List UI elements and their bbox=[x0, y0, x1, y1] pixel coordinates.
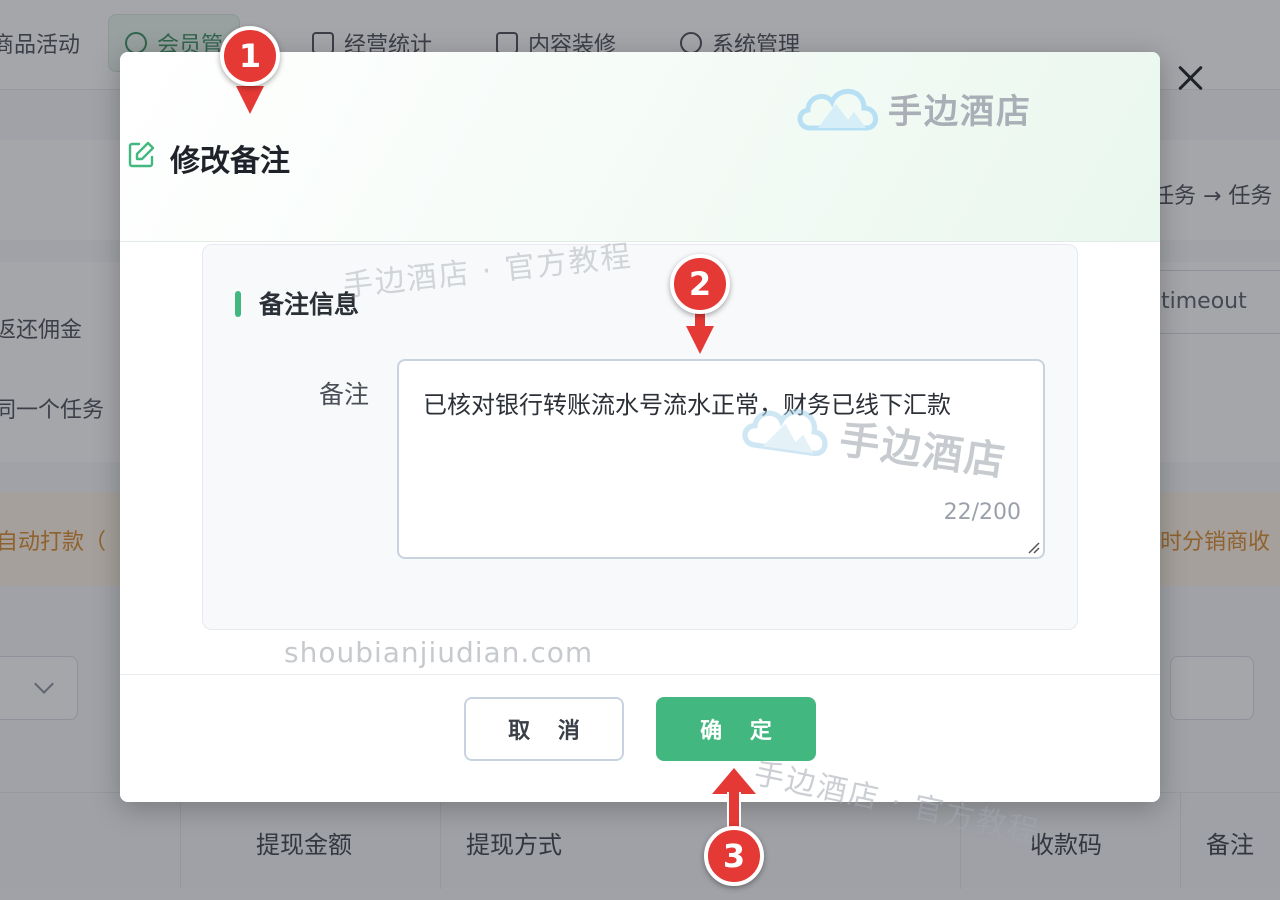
section-accent-bar bbox=[235, 291, 241, 317]
marker-1-pointer bbox=[236, 86, 264, 114]
cancel-button[interactable]: 取 消 bbox=[464, 697, 624, 761]
close-icon[interactable] bbox=[1168, 56, 1212, 100]
marker-3-stem bbox=[727, 792, 741, 830]
brand-logo: 手边酒店 bbox=[792, 76, 1032, 140]
marker-3-pointer bbox=[712, 768, 756, 794]
cloud-mountain-icon bbox=[742, 409, 828, 456]
step-marker-2: 2 bbox=[670, 254, 730, 314]
marker-2-pointer bbox=[686, 326, 714, 354]
logo-text: 手边酒店 bbox=[888, 91, 1032, 132]
resize-handle-icon[interactable] bbox=[1026, 540, 1040, 554]
step-marker-3: 3 bbox=[704, 826, 764, 886]
cloud-mountain-icon bbox=[797, 89, 878, 131]
edit-icon bbox=[128, 141, 155, 168]
step-marker-1: 1 bbox=[220, 26, 280, 86]
section-title: 备注信息 bbox=[259, 290, 360, 319]
dialog-header: 修改备注 手边酒店 bbox=[120, 52, 1160, 242]
dialog-title: 修改备注 bbox=[170, 144, 290, 179]
remark-field-label: 备注 bbox=[319, 380, 370, 409]
char-counter: 22/200 bbox=[943, 500, 1021, 525]
dialog-footer: 取 消 确 定 bbox=[120, 674, 1160, 802]
confirm-button[interactable]: 确 定 bbox=[656, 697, 816, 761]
